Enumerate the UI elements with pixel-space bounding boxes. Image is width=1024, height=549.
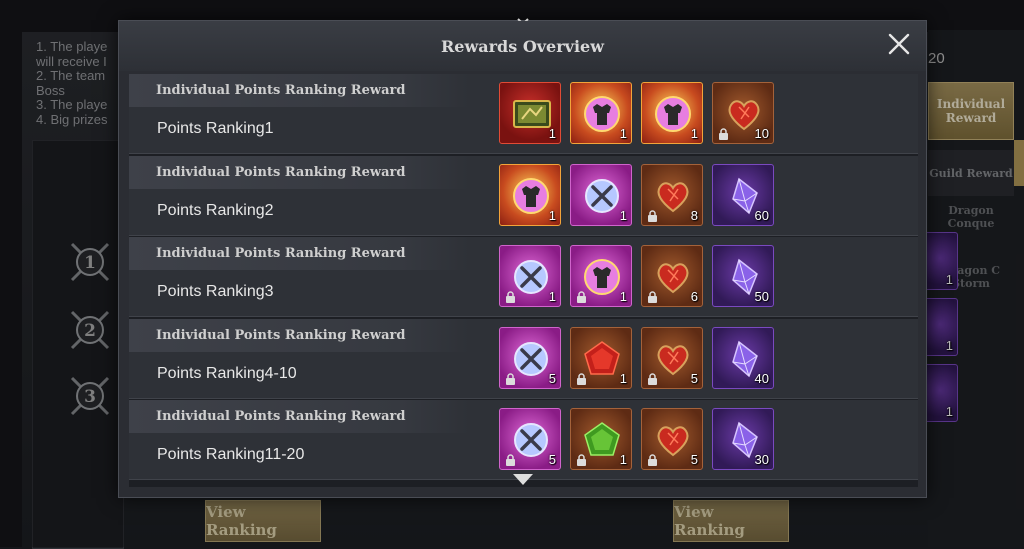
item-quantity: 8	[690, 207, 698, 223]
reward-item[interactable]: 8	[641, 163, 703, 226]
reward-row: Individual Points Ranking Reward Points R…	[129, 74, 918, 154]
close-icon	[888, 33, 910, 55]
ranking-label: Points Ranking11-20	[157, 446, 305, 463]
reward-item[interactable]: 50	[712, 245, 774, 307]
lock-icon	[506, 454, 515, 466]
lock-icon	[648, 209, 657, 222]
reward-item[interactable]: 1	[570, 245, 632, 307]
item-quantity: 40	[754, 370, 769, 386]
item-quantity: 1	[619, 289, 627, 304]
item-quantity: 1	[619, 452, 627, 467]
close-button[interactable]	[884, 29, 914, 59]
item-quantity: 5	[548, 370, 556, 386]
rewards-overview-modal: Rewards Overview Individual Points Ranki…	[118, 18, 927, 498]
reward-list[interactable]: Individual Points Ranking Reward Points R…	[129, 74, 918, 487]
item-quantity: 10	[754, 126, 769, 141]
lock-icon	[648, 372, 657, 385]
ranking-label: Points Ranking1	[157, 120, 274, 137]
item-quantity: 1	[548, 126, 556, 141]
reward-item[interactable]: 1	[499, 82, 561, 144]
reward-item[interactable]: 5	[641, 408, 703, 470]
item-quantity: 5	[548, 452, 556, 467]
lock-icon	[648, 454, 657, 466]
item-quantity: 5	[690, 452, 698, 467]
scroll-down-icon[interactable]	[510, 471, 536, 489]
reward-item[interactable]: 6	[641, 245, 703, 307]
item-quantity: 1	[619, 126, 627, 141]
item-quantity: 50	[754, 289, 769, 304]
row-title: Individual Points Ranking Reward	[129, 237, 469, 270]
modal-header: Rewards Overview	[119, 21, 926, 71]
reward-item[interactable]: 5	[499, 326, 561, 389]
lock-icon	[577, 372, 586, 385]
reward-row: Individual Points Ranking Reward Points R…	[129, 155, 918, 236]
lock-icon	[577, 291, 586, 303]
ranking-label: Points Ranking3	[157, 283, 274, 300]
reward-item[interactable]: 5	[499, 408, 561, 470]
reward-item[interactable]: 30	[712, 408, 774, 470]
item-quantity: 1	[548, 289, 556, 304]
item-quantity: 6	[690, 289, 698, 304]
row-title: Individual Points Ranking Reward	[129, 155, 469, 189]
item-quantity: 1	[619, 370, 627, 386]
item-quantity: 5	[690, 370, 698, 386]
ranking-label: Points Ranking2	[157, 201, 274, 219]
lock-icon	[506, 372, 515, 385]
item-quantity: 1	[548, 207, 556, 223]
reward-item[interactable]: 40	[712, 326, 774, 389]
item-quantity: 1	[690, 126, 698, 141]
row-title: Individual Points Ranking Reward	[129, 74, 469, 107]
item-quantity: 30	[754, 452, 769, 467]
reward-item[interactable]: 1	[570, 326, 632, 389]
reward-item[interactable]: 10	[712, 82, 774, 144]
reward-row: Individual Points Ranking Reward Points R…	[129, 318, 918, 399]
item-quantity: 60	[754, 207, 769, 223]
modal-title: Rewards Overview	[441, 37, 604, 56]
reward-row: Individual Points Ranking Reward Points R…	[129, 400, 918, 480]
reward-item[interactable]: 60	[712, 163, 774, 226]
item-quantity: 1	[619, 207, 627, 223]
lock-icon	[648, 291, 657, 303]
reward-item[interactable]: 1	[570, 82, 632, 144]
ranking-label: Points Ranking4-10	[157, 364, 297, 382]
lock-icon	[506, 291, 515, 303]
reward-item[interactable]: 1	[499, 245, 561, 307]
row-title: Individual Points Ranking Reward	[129, 318, 469, 352]
reward-item[interactable]: 1	[570, 408, 632, 470]
reward-item[interactable]: 1	[641, 82, 703, 144]
lock-icon	[719, 128, 728, 140]
reward-item[interactable]: 5	[641, 326, 703, 389]
lock-icon	[577, 454, 586, 466]
reward-row: Individual Points Ranking Reward Points R…	[129, 237, 918, 317]
reward-item[interactable]: 1	[570, 163, 632, 226]
row-title: Individual Points Ranking Reward	[129, 400, 469, 433]
reward-item[interactable]: 1	[499, 163, 561, 226]
